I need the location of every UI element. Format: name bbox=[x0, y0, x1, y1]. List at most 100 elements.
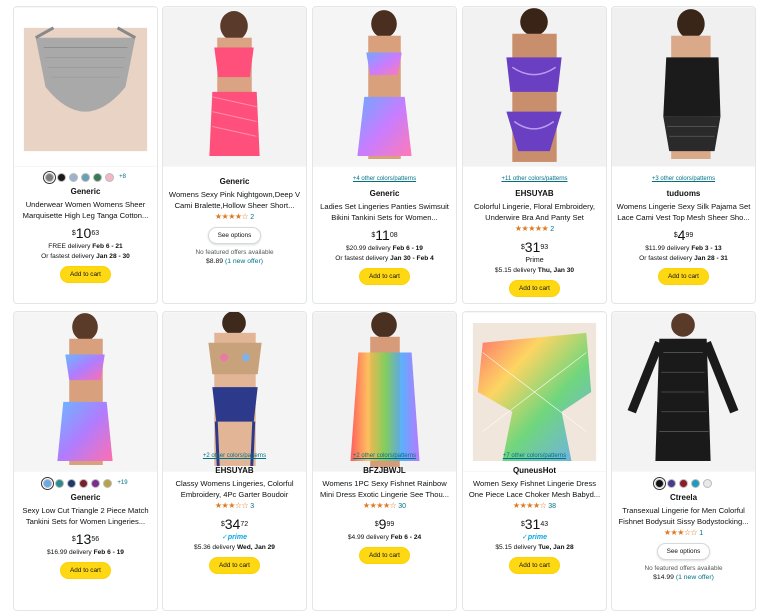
add-to-cart-button[interactable]: Add to cart bbox=[509, 557, 560, 574]
product-image[interactable] bbox=[313, 312, 456, 472]
color-swatch[interactable] bbox=[691, 478, 700, 488]
brand-name: EHSUYAB bbox=[515, 189, 554, 198]
brand-name: Ctreela bbox=[669, 493, 698, 502]
product-image[interactable] bbox=[463, 312, 606, 472]
product-image[interactable] bbox=[14, 312, 157, 472]
product-image[interactable] bbox=[163, 312, 306, 472]
color-swatch[interactable] bbox=[653, 476, 666, 490]
other-colors-link[interactable]: +7 other colors/patterns bbox=[463, 450, 606, 462]
color-swatch[interactable] bbox=[57, 172, 67, 182]
product-image[interactable] bbox=[463, 7, 606, 167]
other-colors-link[interactable]: +2 other colors/patterns bbox=[313, 450, 456, 462]
color-swatch[interactable] bbox=[67, 478, 77, 488]
color-swatch[interactable] bbox=[69, 172, 79, 182]
product-title[interactable]: Womens 1PC Sexy Fishnet Rainbow Mini Dre… bbox=[313, 478, 456, 500]
star-rating-icon: ★★★★☆ bbox=[362, 501, 397, 510]
new-offer[interactable]: $14.99 (1 new offer) bbox=[612, 573, 755, 583]
product-title[interactable]: Womens Sexy Pink Nightgown,Deep V Cami B… bbox=[163, 189, 306, 211]
rating[interactable]: ★★★☆☆ 1 bbox=[612, 528, 755, 539]
product-image[interactable] bbox=[14, 7, 157, 167]
rating-count: 2 bbox=[550, 226, 555, 233]
star-rating-icon: ★★★☆☆ bbox=[663, 528, 698, 537]
product-title[interactable]: Underwear Women Womens Sheer Marquisette… bbox=[14, 199, 157, 221]
star-rating-icon: ★★★★★ bbox=[514, 224, 549, 233]
color-swatches: +19 bbox=[14, 476, 157, 490]
delivery-info: $4.99 delivery Feb 6 - 24 bbox=[347, 534, 422, 541]
rating-count: 30 bbox=[398, 503, 407, 510]
other-colors-link[interactable]: +3 other colors/patterns bbox=[612, 173, 755, 185]
color-swatch[interactable] bbox=[667, 478, 676, 488]
product-title[interactable]: Colorful Lingerie, Floral Embroidery, Un… bbox=[463, 201, 606, 223]
color-swatch[interactable] bbox=[41, 476, 55, 490]
more-colors-link[interactable]: +19 bbox=[117, 480, 127, 486]
product-card[interactable]: +3 other colors/patterns tuduoms Womens … bbox=[611, 6, 756, 304]
product-image[interactable] bbox=[163, 7, 306, 167]
color-swatch[interactable] bbox=[103, 478, 113, 488]
product-image[interactable] bbox=[313, 7, 456, 167]
new-offer[interactable]: $8.89 (1 new offer) bbox=[163, 257, 306, 267]
product-card[interactable]: Generic Womens Sexy Pink Nightgown,Deep … bbox=[162, 6, 307, 304]
product-title[interactable]: Ladies Set Lingeries Panties Swimsuit Bi… bbox=[313, 201, 456, 223]
delivery-info: $16.99 delivery Feb 6 - 19 bbox=[47, 549, 124, 556]
see-options-button[interactable]: See options bbox=[207, 227, 262, 244]
fastest-delivery-info: Or fastest delivery Jan 30 - Feb 4 bbox=[335, 255, 434, 262]
color-swatch[interactable] bbox=[93, 172, 103, 182]
color-swatch[interactable] bbox=[81, 172, 91, 182]
add-to-cart-button[interactable]: Add to cart bbox=[658, 268, 709, 285]
color-swatch[interactable] bbox=[55, 478, 65, 488]
rating[interactable]: ★★★★☆ 30 bbox=[313, 501, 456, 512]
product-title[interactable]: Classy Womens Lingeries, Colorful Embroi… bbox=[163, 478, 306, 500]
other-colors-link[interactable]: +2 other colors/patterns bbox=[163, 450, 306, 462]
add-to-cart-button[interactable]: Add to cart bbox=[60, 562, 111, 579]
add-to-cart-button[interactable]: Add to cart bbox=[60, 266, 111, 283]
add-to-cart-button[interactable]: Add to cart bbox=[359, 547, 410, 564]
product-title[interactable]: Women Sexy Fishnet Lingerie Dress One Pi… bbox=[463, 478, 606, 500]
product-card[interactable]: +2 other colors/patterns EHSUYAB Classy … bbox=[162, 311, 307, 611]
price: $499 bbox=[673, 227, 694, 243]
brand-name: Generic bbox=[219, 177, 250, 186]
rating[interactable]: ★★★★☆ 38 bbox=[463, 501, 606, 512]
star-rating-icon: ★★★★☆ bbox=[214, 212, 249, 221]
color-swatch[interactable] bbox=[703, 478, 712, 488]
see-options-button[interactable]: See options bbox=[656, 543, 711, 560]
brand-name: EHSUYAB bbox=[215, 466, 254, 475]
color-swatch[interactable] bbox=[105, 172, 115, 182]
rating[interactable]: ★★★★★ 2 bbox=[463, 224, 606, 235]
product-title[interactable]: Transexual Lingerie for Men Colorful Fis… bbox=[612, 505, 755, 527]
brand-name: QuneusHot bbox=[512, 466, 557, 475]
more-colors-link[interactable]: +8 bbox=[119, 174, 126, 180]
delivery-info: FREE delivery Feb 6 - 21 bbox=[48, 243, 123, 250]
product-image[interactable] bbox=[612, 312, 755, 472]
product-card[interactable]: +4 other colors/patterns Generic Ladies … bbox=[312, 6, 457, 304]
product-image[interactable] bbox=[612, 7, 755, 167]
rating[interactable]: ★★★☆☆ 3 bbox=[163, 501, 306, 512]
add-to-cart-button[interactable]: Add to cart bbox=[359, 268, 410, 285]
brand-name: Generic bbox=[70, 493, 101, 502]
color-swatch[interactable] bbox=[79, 478, 89, 488]
product-title[interactable]: Womens Lingerie Sexy Silk Pajama Set Lac… bbox=[612, 201, 755, 223]
color-swatch[interactable] bbox=[43, 170, 57, 184]
other-colors-link[interactable]: +11 other colors/patterns bbox=[463, 173, 606, 185]
price: $3193 bbox=[520, 239, 549, 255]
add-to-cart-button[interactable]: Add to cart bbox=[509, 280, 560, 297]
price: $3143 bbox=[520, 516, 549, 532]
product-card[interactable]: +2 other colors/patterns BFZJBWJL Womens… bbox=[312, 311, 457, 611]
add-to-cart-button[interactable]: Add to cart bbox=[209, 557, 260, 574]
product-card[interactable]: +7 other colors/patterns QuneusHot Women… bbox=[462, 311, 607, 611]
rating-count: 1 bbox=[699, 530, 704, 537]
product-card[interactable]: +8 Generic Underwear Women Womens Sheer … bbox=[13, 6, 158, 304]
price: $1063 bbox=[71, 225, 100, 241]
product-card[interactable]: +11 other colors/patterns EHSUYAB Colorf… bbox=[462, 6, 607, 304]
product-card[interactable]: +19 Generic Sexy Low Cut Triangle 2 Piec… bbox=[13, 311, 158, 611]
product-title[interactable]: Sexy Low Cut Triangle 2 Piece Match Tank… bbox=[14, 505, 157, 527]
no-featured-offers: No featured offers available bbox=[644, 565, 723, 572]
color-swatch[interactable] bbox=[679, 478, 688, 488]
fastest-delivery-info: Or fastest delivery Jan 28 - 31 bbox=[639, 255, 728, 262]
color-swatch[interactable] bbox=[91, 478, 101, 488]
star-rating-icon: ★★★★☆ bbox=[512, 501, 547, 510]
other-colors-link[interactable]: +4 other colors/patterns bbox=[313, 173, 456, 185]
color-swatches bbox=[612, 476, 755, 490]
rating[interactable]: ★★★★☆ 2 bbox=[163, 212, 306, 223]
rating-count[interactable]: 2 bbox=[250, 214, 254, 221]
product-card[interactable]: Ctreela Transexual Lingerie for Men Colo… bbox=[611, 311, 756, 611]
